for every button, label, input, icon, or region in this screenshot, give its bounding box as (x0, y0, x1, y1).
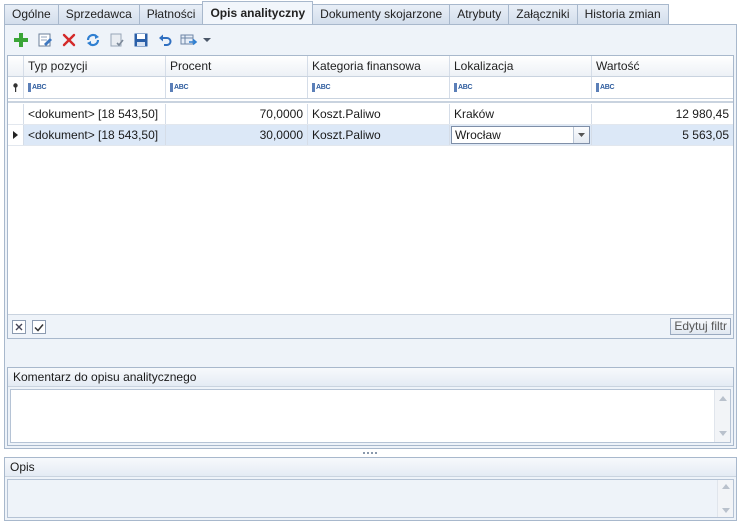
clear-filter-button[interactable] (12, 320, 26, 334)
lokalizacja-combo-button[interactable] (573, 127, 589, 143)
tab-dokumenty-skojarzone[interactable]: Dokumenty skojarzone (312, 4, 451, 24)
tab-opis-analityczny[interactable]: Opis analityczny (202, 1, 314, 24)
tab-atrybuty[interactable]: Atrybuty (449, 4, 510, 24)
row-indicator (8, 104, 24, 124)
comment-scrollbar[interactable] (714, 390, 730, 442)
refresh-button[interactable] (81, 29, 105, 51)
text-filter-icon: ABC (454, 83, 473, 92)
row-indicator (8, 125, 24, 145)
cell-procent[interactable]: 70,0000 (166, 104, 308, 124)
column-header-wartosc[interactable]: Wartość (592, 56, 733, 76)
column-header-procent[interactable]: Procent (166, 56, 308, 76)
save-button[interactable] (129, 29, 153, 51)
filter-row: ABC ABC ABC ABC ABC (8, 77, 733, 99)
tab-sprzedawca[interactable]: Sprzedawca (57, 4, 140, 24)
column-header-lokalizacja[interactable]: Lokalizacja (450, 56, 592, 76)
cell-kategoria[interactable]: Koszt.Paliwo (308, 125, 450, 145)
export-icon (180, 34, 198, 46)
text-filter-icon: ABC (28, 83, 47, 92)
save-icon (134, 33, 148, 47)
edit-filter-button[interactable]: Edytuj filtr (670, 318, 731, 335)
scroll-up-icon[interactable] (722, 484, 730, 489)
chevron-down-icon (578, 133, 585, 137)
grid-footer: Edytuj filtr (8, 314, 733, 338)
export-button[interactable] (177, 29, 201, 51)
tab-historia-zmian[interactable]: Historia zmian (576, 4, 669, 24)
opis-group: Opis (4, 457, 737, 521)
lokalizacja-combo-value: Wrocław (455, 128, 501, 142)
text-filter-icon: ABC (312, 83, 331, 92)
cell-procent[interactable]: 30,0000 (166, 125, 308, 145)
current-row-arrow-icon (13, 131, 18, 139)
comment-textarea[interactable] (10, 389, 731, 443)
grid-header: Typ pozycji Procent Kategoria finansowa … (8, 56, 733, 77)
export-dropdown-button[interactable] (201, 29, 213, 51)
column-header-typ-pozycji[interactable]: Typ pozycji (24, 56, 166, 76)
cell-wartosc[interactable]: 12 980,45 (592, 104, 733, 124)
filter-wartosc[interactable]: ABC (592, 77, 733, 98)
tab-zalaczniki[interactable]: Załączniki (508, 4, 578, 24)
text-filter-icon: ABC (170, 83, 189, 92)
filter-procent[interactable]: ABC (166, 77, 308, 98)
table-row-selected[interactable]: <dokument> [18 543,50] 30,0000 Koszt.Pal… (8, 125, 733, 146)
filter-enabled-checkbox[interactable] (32, 320, 46, 334)
add-button[interactable] (9, 29, 33, 51)
comment-group-title: Komentarz do opisu analitycznego (8, 368, 733, 387)
filter-lokalizacja[interactable]: ABC (450, 77, 592, 98)
filter-typ-pozycji[interactable]: ABC (24, 77, 166, 98)
scroll-up-icon[interactable] (719, 396, 727, 401)
cell-typ-pozycji[interactable]: <dokument> [18 543,50] (24, 125, 166, 145)
refresh-icon (86, 33, 100, 47)
cell-kategoria[interactable]: Koszt.Paliwo (308, 104, 450, 124)
delete-icon (62, 33, 76, 47)
comment-group: Komentarz do opisu analitycznego (7, 367, 734, 446)
header-indicator (8, 56, 24, 76)
filter-kategoria-finansowa[interactable]: ABC (308, 77, 450, 98)
filter-row-indicator (8, 77, 24, 98)
delete-button[interactable] (57, 29, 81, 51)
tab-ogolne[interactable]: Ogólne (4, 4, 59, 24)
lokalizacja-combo[interactable]: Wrocław (451, 126, 590, 144)
tab-panel: Typ pozycji Procent Kategoria finansowa … (4, 24, 737, 449)
cell-lokalizacja[interactable]: Kraków (450, 104, 592, 124)
splitter-grip-icon (362, 452, 377, 454)
checklist-button[interactable] (105, 29, 129, 51)
add-icon (14, 33, 28, 47)
close-icon (15, 323, 23, 331)
dropdown-arrow-icon (203, 38, 211, 42)
column-header-kategoria-finansowa[interactable]: Kategoria finansowa (308, 56, 450, 76)
checklist-icon (110, 33, 124, 47)
pin-icon (13, 83, 18, 92)
text-filter-icon: ABC (596, 83, 615, 92)
edit-icon (38, 33, 52, 47)
table-row[interactable]: <dokument> [18 543,50] 70,0000 Koszt.Pal… (8, 104, 733, 125)
undo-icon (159, 34, 172, 46)
edit-button[interactable] (33, 29, 57, 51)
opis-group-title: Opis (5, 458, 736, 477)
scroll-down-icon[interactable] (719, 431, 727, 436)
opis-scrollbar[interactable] (717, 480, 733, 517)
cell-lokalizacja-editor: Wrocław (450, 125, 592, 145)
cell-wartosc[interactable]: 5 563,05 (592, 125, 733, 145)
undo-button[interactable] (153, 29, 177, 51)
toolbar (9, 28, 213, 52)
filter-separator (8, 101, 733, 103)
analytic-grid: Typ pozycji Procent Kategoria finansowa … (7, 55, 734, 339)
scroll-down-icon[interactable] (722, 508, 730, 513)
checkmark-icon (34, 323, 44, 332)
opis-textarea[interactable] (7, 479, 734, 518)
panel-splitter[interactable] (0, 449, 739, 457)
cell-typ-pozycji[interactable]: <dokument> [18 543,50] (24, 104, 166, 124)
tab-platnosci[interactable]: Płatności (138, 4, 204, 24)
tab-strip: Ogólne Sprzedawca Płatności Opis anality… (4, 1, 669, 24)
